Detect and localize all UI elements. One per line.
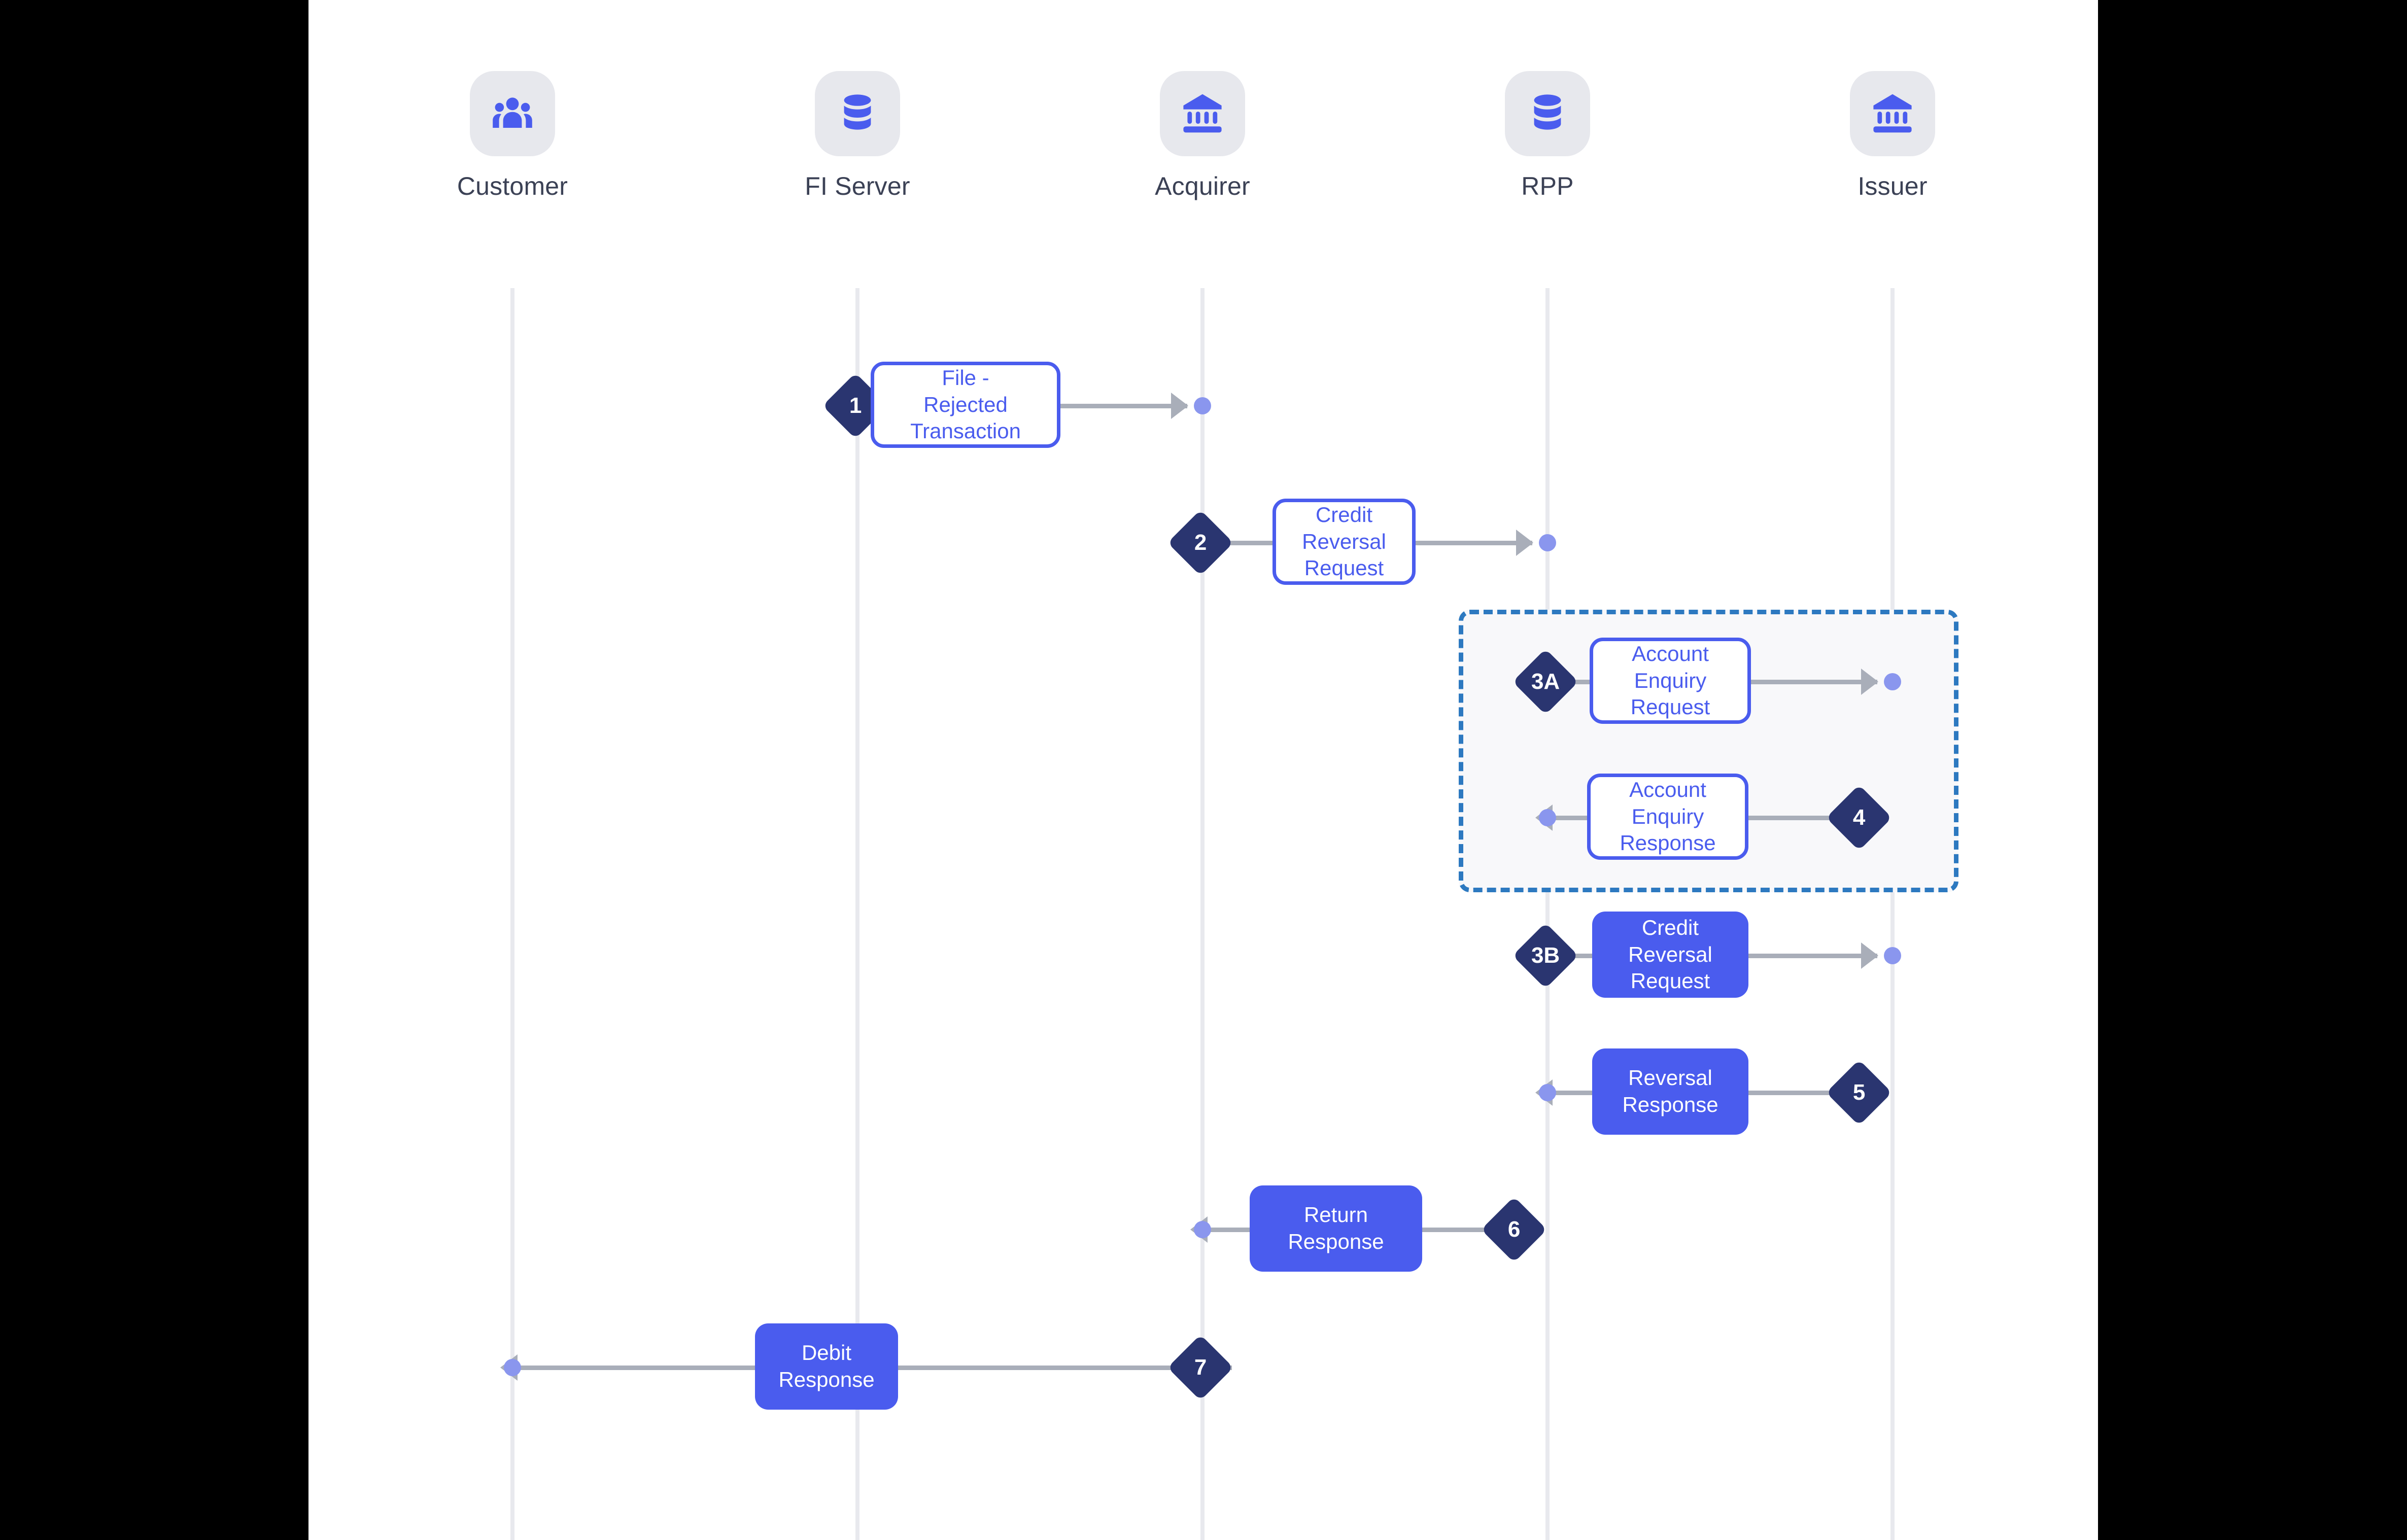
step-number: 3A (1531, 669, 1560, 694)
bank-icon (1160, 71, 1245, 156)
actor-acquirer[interactable]: Acquirer (1126, 71, 1279, 199)
message-line-1: File - (942, 365, 989, 390)
step-number: 2 (1194, 530, 1207, 555)
actor-customer[interactable]: Customer (436, 71, 589, 199)
endpoint-dot-step-7 (504, 1359, 521, 1376)
step-number: 6 (1507, 1216, 1521, 1242)
database-icon (815, 71, 900, 156)
actor-issuer[interactable]: Issuer (1816, 71, 1969, 199)
arrowhead-step-1 (1171, 393, 1188, 419)
actor-label: FI Server (805, 172, 910, 200)
lifeline-rpp (1545, 288, 1550, 1540)
message-box-step-2[interactable]: Credit Reversal Request (1273, 499, 1416, 585)
message-line-2: Request (1304, 556, 1384, 580)
arrowhead-step-2 (1516, 530, 1533, 556)
message-line-1: Account Enquiry (1632, 641, 1709, 692)
message-line-2: Response (778, 1368, 875, 1391)
actor-fi-server[interactable]: FI Server (781, 71, 934, 199)
endpoint-dot-step-3a (1884, 673, 1901, 690)
endpoint-dot-step-5 (1539, 1084, 1556, 1101)
arrowhead-step-3b (1861, 942, 1878, 969)
message-line-2: Rejected Transaction (910, 392, 1021, 443)
message-line-1: Return Response (1288, 1203, 1384, 1253)
sequence-diagram-canvas: Customer FI Server Acquirer RPP Issuer 1… (308, 0, 2098, 1540)
message-line-1: Reversal (1628, 1066, 1712, 1090)
message-box-step-4[interactable]: Account Enquiry Response (1587, 774, 1748, 860)
step-badge-7[interactable]: 7 (1167, 1334, 1234, 1401)
actor-rpp[interactable]: RPP (1471, 71, 1624, 199)
lifeline-customer (510, 288, 514, 1540)
actor-label: Issuer (1858, 172, 1928, 200)
step-badge-5[interactable]: 5 (1826, 1059, 1893, 1126)
step-number: 1 (849, 393, 862, 418)
message-box-step-3a[interactable]: Account Enquiry Request (1590, 638, 1751, 724)
bank-icon (1850, 71, 1935, 156)
arrowhead-step-3a (1861, 669, 1878, 695)
message-line-1: Credit Reversal (1302, 502, 1386, 553)
endpoint-dot-step-2 (1539, 534, 1556, 551)
people-icon (470, 71, 555, 156)
endpoint-dot-step-3b (1884, 947, 1901, 964)
message-line-2: Request (1630, 969, 1710, 993)
lifeline-issuer (1890, 288, 1895, 1540)
endpoint-dot-step-6 (1194, 1221, 1211, 1238)
step-number: 7 (1194, 1354, 1207, 1380)
step-badge-6[interactable]: 6 (1481, 1196, 1548, 1263)
endpoint-dot-step-4 (1539, 809, 1556, 826)
actor-label: Acquirer (1155, 172, 1250, 200)
step-number: 3B (1531, 943, 1560, 968)
database-icon (1505, 71, 1590, 156)
message-box-step-6[interactable]: Return Response (1250, 1185, 1422, 1272)
message-box-step-7[interactable]: Debit Response (755, 1323, 898, 1410)
endpoint-dot-step-1 (1194, 397, 1211, 414)
message-line-2: Request (1630, 695, 1710, 719)
message-box-step-3b[interactable]: Credit Reversal Request (1592, 912, 1748, 998)
message-line-2: Response (1620, 831, 1716, 855)
message-line-1: Account Enquiry (1629, 777, 1706, 828)
step-badge-2[interactable]: 2 (1167, 509, 1234, 576)
message-line-1: Debit (801, 1341, 852, 1365)
message-line-2: Response (1622, 1093, 1718, 1116)
message-box-step-1[interactable]: File - Rejected Transaction (871, 362, 1060, 448)
message-box-step-5[interactable]: Reversal Response (1592, 1048, 1748, 1135)
step-number: 4 (1852, 804, 1866, 830)
message-line-1: Credit Reversal (1628, 915, 1712, 966)
step-badge-3b[interactable]: 3B (1512, 922, 1579, 989)
actor-label: RPP (1521, 172, 1574, 200)
step-number: 5 (1852, 1079, 1866, 1105)
actor-label: Customer (457, 172, 568, 200)
